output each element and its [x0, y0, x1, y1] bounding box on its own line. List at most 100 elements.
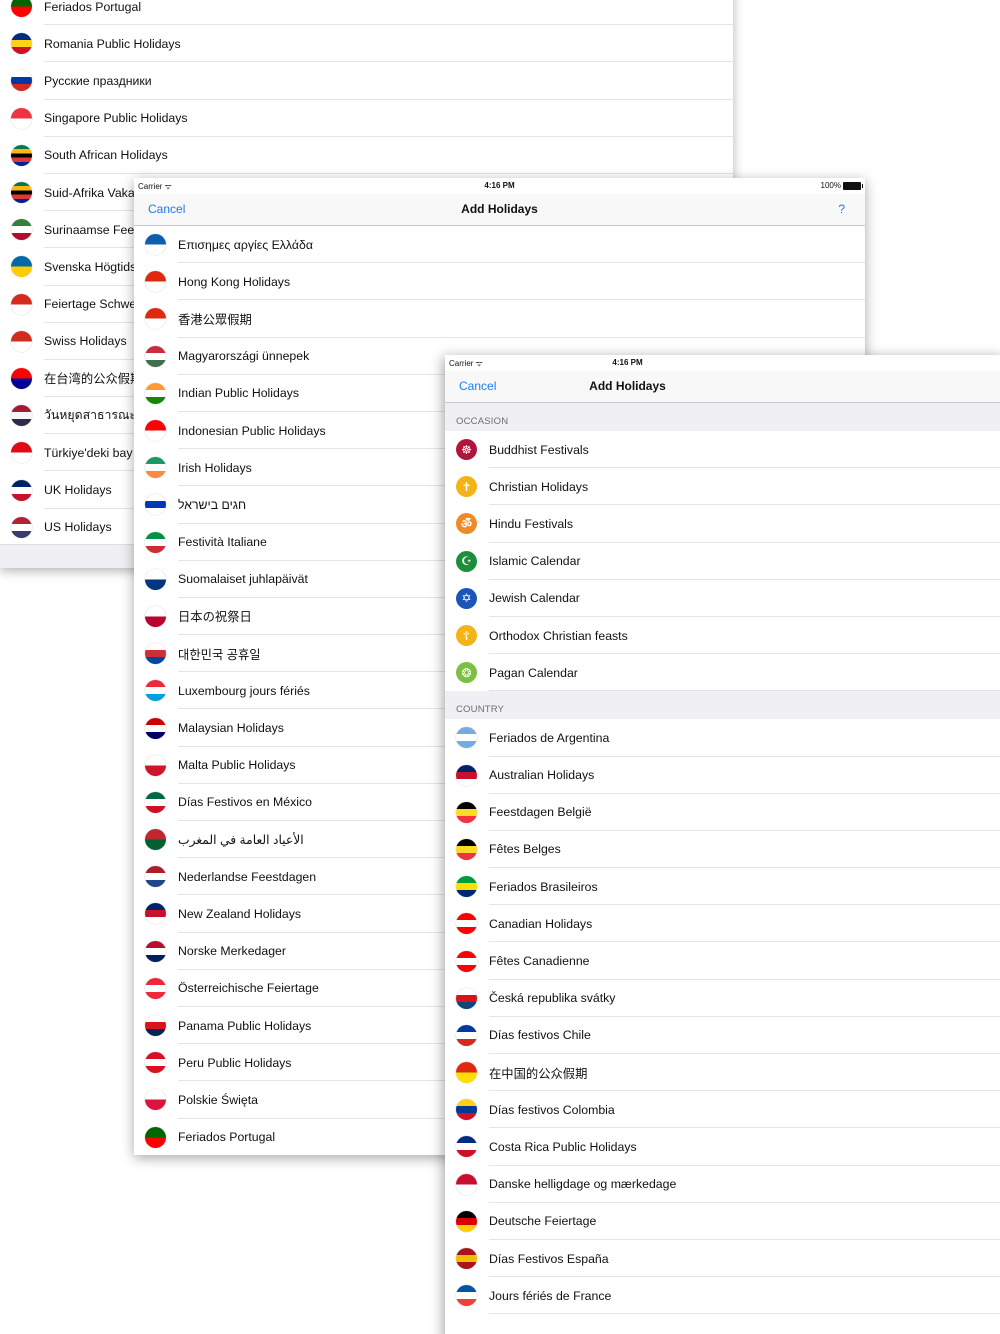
flag-icon	[456, 987, 477, 1009]
list-item-label: Swiss Holidays	[44, 334, 127, 349]
flag-icon	[145, 494, 166, 516]
list-item-label: Festività Italiane	[178, 535, 267, 550]
list-item[interactable]: Deutsche Feiertage	[445, 1203, 1000, 1241]
list-item-label: Danske helligdage og mærkedage	[489, 1177, 677, 1192]
list-item[interactable]: Hong Kong Holidays	[134, 263, 865, 301]
flag-icon	[11, 219, 32, 241]
list-item[interactable]: Días festivos Chile	[445, 1017, 1000, 1055]
flag-icon	[456, 1062, 477, 1084]
list-item[interactable]: South African Holidays	[0, 137, 733, 175]
status-time: 4:16 PM	[612, 358, 643, 367]
list-item[interactable]: Días Festivos España	[445, 1240, 1000, 1278]
flag-icon	[11, 479, 32, 501]
list-item[interactable]: Επισημες αργίες Ελλάδα	[134, 226, 865, 264]
section-header-country: COUNTRY	[445, 691, 1000, 720]
flag-icon	[145, 791, 166, 813]
list-item[interactable]: ✡ Jewish Calendar	[445, 580, 1000, 618]
flag-icon	[11, 330, 32, 352]
flag-icon	[11, 107, 32, 129]
list-item[interactable]: Australian Holidays	[445, 757, 1000, 794]
list-item[interactable]: Feestdagen België	[445, 794, 1000, 832]
list-item[interactable]: Costa Rica Public Holidays	[445, 1128, 1000, 1166]
list-item-label: Pagan Calendar	[489, 665, 578, 680]
flag-icon	[145, 1089, 166, 1111]
flag-icon	[456, 1248, 477, 1270]
battery-icon	[843, 181, 863, 190]
flag-icon	[11, 144, 32, 166]
nav-title: Add Holidays	[461, 202, 538, 216]
navigation-bar: Cancel Add Holidays	[445, 371, 1000, 403]
list-item[interactable]: 在中国的公众假期	[445, 1054, 1000, 1092]
flag-icon	[145, 1052, 166, 1074]
list-item-label: Hong Kong Holidays	[178, 274, 291, 289]
list-item-label: Feriados de Argentina	[489, 730, 610, 745]
orthodox-cross-icon: ☦	[456, 625, 477, 647]
list-item-label: US Holidays	[44, 520, 112, 535]
status-bar: Carrier ᯤ 4:16 PM	[445, 355, 1000, 371]
flag-icon	[11, 33, 32, 55]
list-item[interactable]: Jours fériés de France	[445, 1277, 1000, 1315]
list-item-label: Panama Public Holidays	[178, 1018, 312, 1033]
list-item[interactable]: Česká republika svátky	[445, 980, 1000, 1018]
list-item[interactable]: Feriados Brasileiros	[445, 868, 1000, 906]
list-item[interactable]: ❂ Pagan Calendar	[445, 654, 1000, 692]
flag-icon	[11, 0, 32, 18]
list-item-label: วันหยุดสาธารณะแ	[44, 408, 144, 423]
section-header-occasion: OCCASION	[445, 403, 1000, 431]
list-item[interactable]: Días festivos Colombia	[445, 1091, 1000, 1129]
pagan-wheel-icon: ❂	[456, 662, 477, 684]
flag-icon	[145, 234, 166, 256]
list-item[interactable]: Canadian Holidays	[445, 905, 1000, 943]
flag-icon	[11, 256, 32, 278]
list-item-label: Feriados Portugal	[178, 1130, 276, 1145]
status-time: 4:16 PM	[484, 181, 515, 190]
list-item-label: Luxembourg jours fériés	[178, 683, 310, 698]
nav-title: Add Holidays	[589, 379, 666, 393]
list-item-label: Svenska Högtids	[44, 259, 137, 274]
flag-icon	[145, 345, 166, 367]
list-item[interactable]: Fêtes Canadienne	[445, 942, 1000, 980]
list-item[interactable]: Singapore Public Holidays	[0, 100, 733, 137]
list-item-label: Επισημες αργίες Ελλάδα	[178, 237, 313, 252]
dharma-wheel-icon: ☸	[456, 439, 477, 461]
list-item[interactable]: Русские праздники	[0, 62, 733, 100]
list-item[interactable]: Danske helligdage og mærkedage	[445, 1166, 1000, 1203]
list-item[interactable]: Feriados de Argentina	[445, 719, 1000, 757]
list-item[interactable]: ☪ Islamic Calendar	[445, 543, 1000, 580]
flag-icon	[456, 764, 477, 786]
navigation-bar: Cancel Add Holidays ?	[134, 194, 865, 226]
star-of-david-icon: ✡	[456, 587, 477, 609]
list-item-label: Orthodox Christian feasts	[489, 628, 628, 643]
list-item-label: Peru Public Holidays	[178, 1055, 292, 1070]
list-item-label: 在中国的公众假期	[489, 1066, 588, 1081]
list-item[interactable]: Feriados Portugal	[0, 0, 733, 26]
list-item[interactable]: ✝ Christian Holidays	[445, 468, 1000, 506]
list-item[interactable]: ☦ Orthodox Christian feasts	[445, 617, 1000, 655]
om-icon: ॐ	[456, 513, 477, 535]
list-item-label: Días Festivos España	[489, 1251, 609, 1266]
flag-icon	[11, 70, 32, 92]
list-item[interactable]: ॐ Hindu Festivals	[445, 505, 1000, 543]
list-item-label: Indonesian Public Holidays	[178, 423, 326, 438]
flag-icon	[456, 801, 477, 823]
list-item-label: Australian Holidays	[489, 768, 595, 783]
list-item[interactable]: Romania Public Holidays	[0, 25, 733, 63]
flag-icon	[145, 643, 166, 665]
flag-icon	[145, 940, 166, 962]
flag-icon	[456, 913, 477, 935]
list-item-label: Suomalaiset juhlapäivät	[178, 572, 308, 587]
list-item-label: Feiertage Schwe	[44, 297, 137, 312]
list-item[interactable]: Fêtes Belges	[445, 831, 1000, 869]
list-item-label: Costa Rica Public Holidays	[489, 1139, 637, 1154]
list-item-label: Jours fériés de France	[489, 1288, 612, 1303]
flag-icon	[11, 442, 32, 464]
list-item-label: Hindu Festivals	[489, 516, 574, 531]
flag-icon	[456, 1285, 477, 1307]
flag-icon	[456, 1099, 477, 1121]
list-item-label: Días Festivos en México	[178, 795, 312, 810]
battery-percent: 100%	[820, 181, 841, 190]
list-item[interactable]: 香港公眾假期	[134, 300, 865, 338]
list-item[interactable]: ☸ Buddhist Festivals	[445, 431, 1000, 469]
flag-icon	[11, 293, 32, 315]
help-button[interactable]: ?	[838, 202, 845, 216]
